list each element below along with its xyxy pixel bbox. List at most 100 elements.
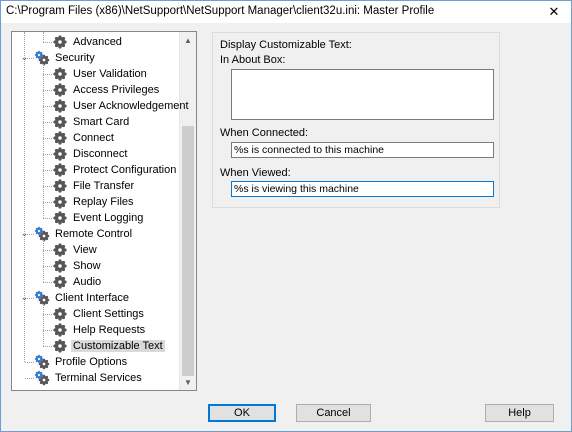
tree-connector-line (43, 202, 52, 203)
tree-connector-line (43, 250, 52, 251)
tree-connector-line (43, 314, 52, 315)
tree-item-label: Remote Control (55, 228, 133, 240)
tree-item-label: Profile Options (55, 356, 128, 368)
tree-item-label: Help Requests (73, 324, 146, 336)
tree-connector-line (43, 122, 52, 123)
scroll-up-icon[interactable]: ▲ (180, 32, 196, 48)
tree-connector-line (43, 64, 44, 218)
when-connected-label: When Connected: (220, 127, 309, 139)
tree-item[interactable]: Disconnect (52, 146, 129, 162)
collapse-chevron-icon[interactable]: ⌄ (20, 53, 29, 62)
tree-item-label: Show (73, 260, 101, 272)
tree-item[interactable]: Profile Options (34, 354, 129, 370)
gears-icon (34, 226, 50, 242)
tree-item[interactable]: Client Settings (52, 306, 146, 322)
tree-connector-line (43, 186, 52, 187)
tree-item[interactable]: User Validation (52, 66, 149, 82)
settings-tree[interactable]: ▲ ▼ Advanced Security ⌄ User Validation Acce… (11, 31, 197, 391)
tree-item-label: Disconnect (73, 148, 128, 160)
tree-connector-line (25, 378, 34, 379)
gear-icon (52, 338, 68, 354)
tree-connector-line (43, 266, 52, 267)
group-label: Display Customizable Text: (220, 39, 352, 51)
tree-item-label: Advanced (73, 36, 122, 48)
gears-icon (34, 354, 50, 370)
title-bar: C:\Program Files (x86)\NetSupport\NetSup… (1, 1, 571, 23)
collapse-chevron-icon[interactable]: ⌄ (20, 293, 29, 302)
gear-icon (52, 274, 68, 290)
tree-item[interactable]: Audio (52, 274, 103, 290)
tree-item[interactable]: Customizable Text (52, 338, 165, 354)
scroll-thumb[interactable] (182, 126, 194, 376)
tree-item-label: User Validation (73, 68, 147, 80)
tree-item-label: Customizable Text (71, 340, 165, 352)
tree-item-label: User Acknowledgement (73, 100, 189, 112)
tree-item[interactable]: Replay Files (52, 194, 136, 210)
close-icon[interactable]: ✕ (537, 1, 571, 23)
gear-icon (52, 130, 68, 146)
tree-connector-line (24, 32, 25, 362)
tree-item-label: Client Settings (73, 308, 144, 320)
tree-item-label: Security (55, 52, 95, 64)
gear-icon (52, 322, 68, 338)
tree-item-label: Audio (73, 276, 102, 288)
tree-item-label: Terminal Services (55, 372, 142, 384)
dialog-window: C:\Program Files (x86)\NetSupport\NetSup… (0, 0, 572, 432)
tree-item[interactable]: Client Interface (34, 290, 131, 306)
when-viewed-input[interactable]: %s is viewing this machine (231, 181, 494, 197)
tree-item[interactable]: Smart Card (52, 114, 131, 130)
ok-button[interactable]: OK (208, 404, 276, 422)
tree-connector-line (43, 32, 44, 42)
tree-item[interactable]: Help Requests (52, 322, 147, 338)
gear-icon (52, 114, 68, 130)
tree-item[interactable]: Show (52, 258, 103, 274)
help-button[interactable]: Help (485, 404, 554, 422)
gear-icon (52, 82, 68, 98)
collapse-chevron-icon[interactable]: ⌄ (20, 229, 29, 238)
gears-icon (34, 290, 50, 306)
tree-item-label: Smart Card (73, 116, 130, 128)
tree-connector-line (43, 138, 52, 139)
tree-item[interactable]: Remote Control (34, 226, 134, 242)
tree-connector-line (43, 330, 52, 331)
tree-item[interactable]: Access Privileges (52, 82, 161, 98)
tree-connector-line (43, 106, 52, 107)
gear-icon (52, 98, 68, 114)
cancel-button[interactable]: Cancel (296, 404, 371, 422)
about-box-label: In About Box: (220, 54, 286, 66)
tree-scrollbar[interactable]: ▲ ▼ (179, 32, 196, 390)
tree-item[interactable]: Advanced (52, 34, 124, 50)
tree-item-label: File Transfer (73, 180, 135, 192)
gear-icon (52, 242, 68, 258)
tree-connector-line (43, 346, 52, 347)
tree-item[interactable]: File Transfer (52, 178, 136, 194)
about-box-textarea[interactable] (231, 69, 494, 120)
tree-connector-line (25, 362, 34, 363)
tree-item[interactable]: User Acknowledgement (52, 98, 191, 114)
tree-connector-line (43, 74, 52, 75)
gear-icon (52, 34, 68, 50)
window-title: C:\Program Files (x86)\NetSupport\NetSup… (6, 5, 435, 17)
tree-connector-line (43, 170, 52, 171)
gear-icon (52, 162, 68, 178)
gears-icon (34, 50, 50, 66)
tree-connector-line (43, 90, 52, 91)
tree-connector-line (43, 240, 44, 282)
tree-item[interactable]: Protect Configuration (52, 162, 178, 178)
tree-item[interactable]: Terminal Services (34, 370, 144, 386)
when-viewed-label: When Viewed: (220, 167, 291, 179)
scroll-down-icon[interactable]: ▼ (180, 374, 196, 390)
when-connected-input[interactable]: %s is connected to this machine (231, 142, 494, 158)
tree-item-label: Access Privileges (73, 84, 160, 96)
gear-icon (52, 146, 68, 162)
tree-item[interactable]: Event Logging (52, 210, 145, 226)
tree-item-label: Connect (73, 132, 114, 144)
gear-icon (52, 178, 68, 194)
tree-connector-line (43, 42, 52, 43)
tree-item-label: Event Logging (73, 212, 144, 224)
tree-item[interactable]: Connect (52, 130, 116, 146)
tree-item[interactable]: View (52, 242, 99, 258)
gear-icon (52, 210, 68, 226)
tree-item-label: Replay Files (73, 196, 134, 208)
gears-icon (34, 370, 50, 386)
